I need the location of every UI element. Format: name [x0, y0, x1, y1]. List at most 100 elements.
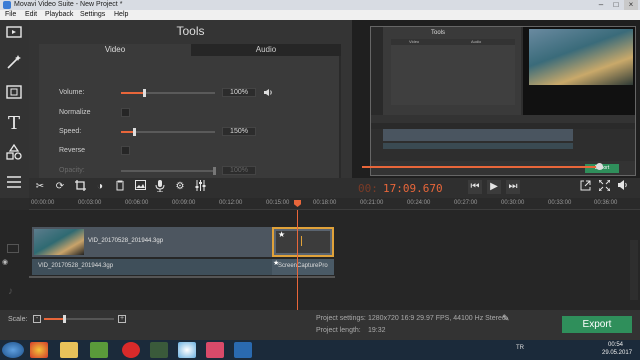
- ruler-tick: 00:24:00: [407, 200, 431, 206]
- minimize-icon[interactable]: –: [594, 0, 608, 10]
- speed-label: Speed:: [59, 128, 82, 135]
- star-icon: ★: [278, 230, 286, 239]
- recorded-tools-panel: Tools Video Audio: [371, 27, 521, 115]
- clock-time[interactable]: 00:54: [608, 342, 623, 348]
- tab-video[interactable]: Video: [39, 44, 191, 56]
- volume-icon[interactable]: [616, 180, 630, 194]
- equalizer-icon[interactable]: [193, 180, 207, 194]
- media-icon[interactable]: [206, 342, 224, 358]
- normalize-checkbox[interactable]: [121, 108, 130, 117]
- recorded-tab-video: Video: [409, 39, 420, 44]
- ruler-tick: 00:30:00: [501, 200, 525, 206]
- app-icon-dark[interactable]: [150, 342, 168, 358]
- opacity-slider[interactable]: [121, 167, 216, 175]
- clock-date[interactable]: 29.05.2017: [602, 350, 632, 356]
- audio-clip[interactable]: VID_20170528_201944.3gp: [32, 259, 272, 275]
- more-menu-icon[interactable]: [4, 174, 24, 194]
- normalize-label: Normalize: [59, 109, 91, 116]
- tab-audio[interactable]: Audio: [191, 44, 341, 56]
- chrome-icon[interactable]: [30, 342, 48, 358]
- reverse-checkbox[interactable]: [121, 146, 130, 155]
- screen-clip-name: ScreenCapturePro: [278, 263, 328, 269]
- export-button[interactable]: Export: [562, 316, 632, 333]
- timeline-tracks: ◉ ♪ VID_20170528_201944.3gp ★ VID_201705…: [0, 210, 640, 310]
- opacity-label: Opacity:: [59, 167, 85, 174]
- speed-value[interactable]: 150%: [222, 127, 256, 136]
- import-icon[interactable]: [4, 24, 24, 44]
- timeline-scrollbar[interactable]: [630, 240, 638, 300]
- folder-icon[interactable]: [60, 342, 78, 358]
- pencil-icon[interactable]: ✎: [502, 313, 512, 323]
- previous-frame-icon[interactable]: ⏮: [468, 180, 482, 194]
- titles-icon[interactable]: T: [4, 114, 24, 134]
- volume-slider-knob[interactable]: [142, 89, 146, 97]
- scale-slider[interactable]: [44, 315, 114, 323]
- menu-settings[interactable]: Settings: [80, 11, 105, 18]
- reverse-label: Reverse: [59, 147, 86, 154]
- language-indicator[interactable]: TR: [516, 345, 524, 351]
- color-adjust-icon[interactable]: ◑: [93, 180, 107, 194]
- ruler-tick: 00:06:00: [125, 200, 149, 206]
- title-bar: Movavi Video Suite - New Project * – □ ×: [0, 0, 640, 10]
- playback-progress[interactable]: [362, 166, 602, 168]
- fullscreen-icon[interactable]: [597, 179, 611, 194]
- cut-icon[interactable]: ✂: [33, 180, 47, 194]
- play-icon[interactable]: ▶: [487, 180, 501, 194]
- menu-playback[interactable]: Playback: [45, 11, 73, 18]
- menu-file[interactable]: File: [5, 11, 16, 18]
- speed-slider-knob[interactable]: [133, 128, 137, 136]
- volume-slider-fill: [121, 92, 145, 94]
- picasa-icon[interactable]: [178, 342, 196, 358]
- screen-capture-title-clip[interactable]: ScreenCapturePro ★: [272, 259, 334, 275]
- playback-scrubber[interactable]: [596, 163, 603, 170]
- movavi-taskbar-icon[interactable]: [234, 342, 252, 358]
- preview-panel: Tools Video Audio Export: [352, 20, 640, 178]
- eye-icon[interactable]: ◉: [2, 258, 11, 266]
- recorded-properties: [391, 45, 515, 105]
- menu-bar: File Edit Playback Settings Help: [0, 10, 640, 20]
- menu-help[interactable]: Help: [114, 11, 128, 18]
- zoom-in-icon[interactable]: +: [118, 315, 126, 323]
- timeline-ruler[interactable]: 00:00:00 00:03:00 00:06:00 00:09:00 00:1…: [29, 198, 640, 210]
- editing-toolbar: ✂ ⟳ ◑ ⚙ 00: 17:09.670 ⏮ ▶ ⏭: [29, 178, 640, 198]
- recorded-tools-title: Tools: [431, 30, 446, 36]
- start-button[interactable]: [2, 342, 24, 358]
- speaker-icon[interactable]: [263, 88, 273, 97]
- app-icon-green[interactable]: [90, 342, 108, 358]
- panel-scrollbar[interactable]: [339, 56, 341, 178]
- scale-slider-fill: [44, 318, 64, 320]
- opera-icon[interactable]: [122, 342, 140, 358]
- magic-wand-icon[interactable]: [4, 54, 24, 74]
- next-frame-icon[interactable]: ⏭: [506, 180, 520, 194]
- speed-slider[interactable]: [121, 128, 215, 136]
- opacity-slider-knob[interactable]: [213, 167, 216, 175]
- video-clip-name: VID_20170528_201944.3gp: [88, 238, 164, 244]
- tools-sidebar: T: [0, 20, 29, 198]
- filters-icon[interactable]: [4, 84, 24, 104]
- taskbar: TR 00:54 29.05.2017: [0, 340, 640, 360]
- shapes-icon[interactable]: [4, 143, 24, 164]
- screen-capture-clip[interactable]: ★: [272, 227, 334, 257]
- star-icon: ★: [273, 260, 280, 267]
- menu-edit[interactable]: Edit: [25, 11, 37, 18]
- popout-icon[interactable]: [578, 180, 592, 194]
- image-icon[interactable]: [133, 180, 147, 194]
- volume-value[interactable]: 100%: [222, 88, 256, 97]
- zoom-out-icon[interactable]: -: [33, 315, 41, 323]
- maximize-icon[interactable]: □: [609, 0, 623, 10]
- crop-icon[interactable]: [73, 180, 87, 194]
- audio-waveform: [29, 276, 335, 278]
- gear-icon[interactable]: ⚙: [173, 180, 187, 194]
- rotate-icon[interactable]: ⟳: [53, 180, 67, 194]
- opacity-value[interactable]: 100%: [222, 166, 256, 175]
- video-properties: Volume: 100% Normalize Speed: 150% Rever…: [39, 56, 341, 178]
- scale-slider-knob[interactable]: [63, 315, 66, 323]
- video-clip[interactable]: VID_20170528_201944.3gp: [32, 227, 272, 257]
- timecode: 17:09.670: [383, 182, 443, 195]
- playhead-line[interactable]: [297, 210, 298, 310]
- volume-slider[interactable]: [121, 89, 215, 97]
- microphone-icon[interactable]: [153, 180, 167, 194]
- close-icon[interactable]: ×: [624, 0, 638, 10]
- delete-icon[interactable]: [113, 180, 127, 194]
- recorded-video-image: [529, 29, 633, 85]
